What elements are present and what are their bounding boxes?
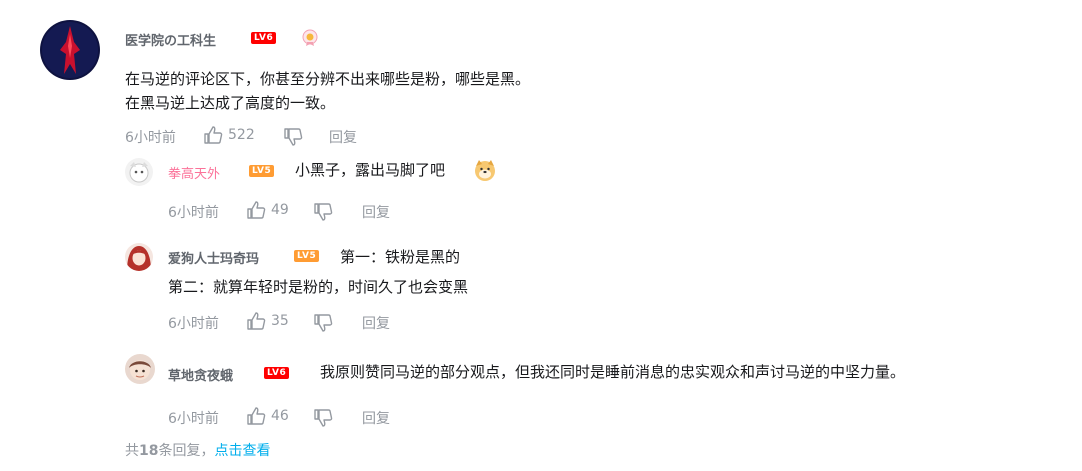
comment-time: 6小时前 — [125, 130, 176, 146]
reply-time: 6小时前 — [168, 205, 219, 221]
thumbs-down-icon[interactable] — [283, 128, 303, 146]
avatar[interactable] — [125, 243, 153, 271]
thumbs-down-icon[interactable] — [313, 314, 333, 332]
like-count: 522 — [228, 127, 255, 143]
avatar[interactable] — [125, 354, 155, 384]
thumbs-down-icon[interactable] — [313, 203, 333, 221]
like-count: 46 — [271, 408, 289, 424]
thumbs-up-icon[interactable] — [246, 201, 266, 219]
reply-button[interactable]: 回复 — [362, 202, 390, 222]
reply-count: 18 — [139, 443, 159, 459]
username[interactable]: 拳高天外 — [168, 163, 220, 182]
comment-text: 在黑马逆上达成了高度的一致。 — [125, 94, 336, 112]
thumbs-down-icon[interactable] — [313, 409, 333, 427]
level-badge: LV5 — [249, 165, 275, 177]
comment-text: 在马逆的评论区下，你甚至分辨不出来哪些是粉，哪些是黑。 — [125, 70, 531, 88]
like-count: 49 — [271, 202, 289, 218]
reply-text: 我原则赞同马逆的部分观点，但我还同时是睡前消息的忠实观众和声讨马逆的中坚力量。 — [320, 363, 906, 381]
thumbs-up-icon[interactable] — [203, 126, 223, 144]
reply-time: 6小时前 — [168, 316, 219, 332]
reply-button[interactable]: 回复 — [329, 127, 357, 147]
reply-count-suffix: 条回复， — [158, 443, 215, 459]
avatar[interactable] — [40, 20, 100, 80]
reply-button[interactable]: 回复 — [362, 408, 390, 428]
reply-time: 6小时前 — [168, 411, 219, 427]
thumbs-up-icon[interactable] — [246, 312, 266, 330]
username[interactable]: 草地贪夜蛾 — [168, 365, 233, 384]
username[interactable]: 医学院の工科生 — [125, 30, 216, 49]
reply-button[interactable]: 回复 — [362, 313, 390, 333]
username[interactable]: 爱狗人士玛奇玛 — [168, 248, 259, 267]
level-badge: LV6 — [251, 32, 277, 44]
reply-text: 小黑子，露出马脚了吧 — [295, 161, 446, 179]
view-replies-link[interactable]: 点击查看 — [214, 443, 270, 459]
reply-count-footer: 共18条回复，点击查看 — [125, 440, 270, 460]
like-count: 35 — [271, 313, 289, 329]
medal-icon — [302, 29, 318, 47]
reply-count-prefix: 共 — [125, 443, 139, 459]
avatar[interactable] — [125, 158, 153, 186]
level-badge: LV6 — [264, 367, 290, 379]
reply-text: 第二：就算年轻时是粉的，时间久了也会变黑 — [168, 278, 469, 296]
doge-emoji-icon — [473, 158, 497, 182]
level-badge: LV5 — [294, 250, 320, 262]
reply-text: 第一：铁粉是黑的 — [340, 248, 461, 266]
thumbs-up-icon[interactable] — [246, 407, 266, 425]
